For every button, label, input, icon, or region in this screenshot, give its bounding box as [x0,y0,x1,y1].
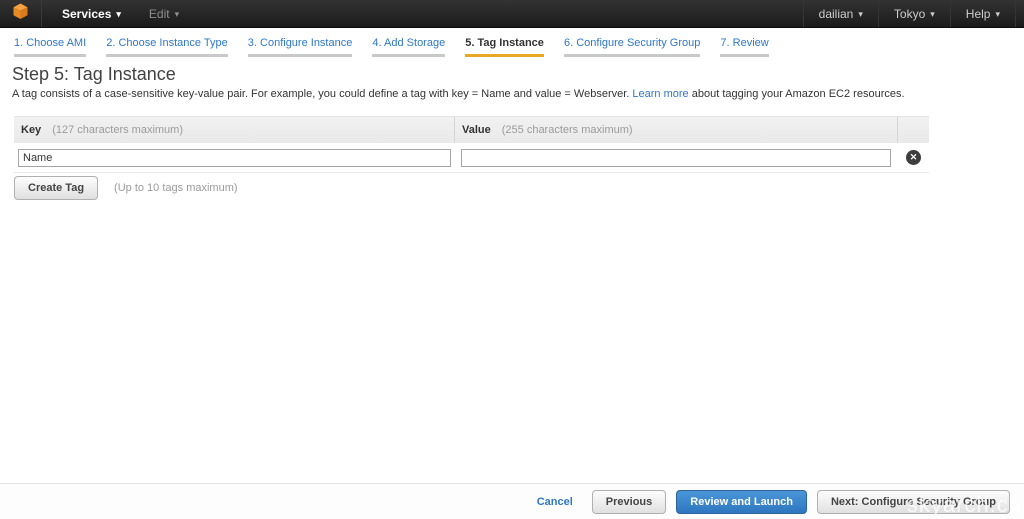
tab-tag-instance[interactable]: 5. Tag Instance [465,37,544,57]
tag-action-cell: ✕ [898,150,929,165]
value-header-label: Value [462,124,491,136]
key-header-hint: (127 characters maximum) [52,124,184,136]
aws-logo[interactable] [0,0,42,27]
aws-cube-icon [11,2,30,26]
page-description-text: A tag consists of a case-sensitive key-v… [12,88,630,100]
nav-user-menu[interactable]: dailian ▾ [802,0,878,27]
tag-table: Key (127 characters maximum) Value (255 … [14,116,929,173]
tag-table-header: Key (127 characters maximum) Value (255 … [14,116,929,143]
page-description-text-after: about tagging your Amazon EC2 resources. [691,88,905,100]
ec2-launch-wizard-page: { "nav": { "logo_icon": "aws-cube-icon",… [0,0,1024,519]
nav-edit-label: Edit [148,6,170,21]
tab-add-storage[interactable]: 4. Add Storage [372,37,446,57]
tag-key-cell [14,148,455,167]
chevron-down-icon: ▾ [116,9,121,19]
tag-value-cell [455,148,898,167]
previous-button[interactable]: Previous [591,489,667,514]
action-column-header [898,117,929,143]
nav-help-label: Help [965,6,991,21]
key-column-header: Key (127 characters maximum) [14,117,455,143]
learn-more-link[interactable]: Learn more [632,88,688,100]
top-nav-bar: Services ▾ Edit ▾ dailian ▾ Tokyo ▾ Help… [0,0,1024,28]
nav-edit-menu[interactable]: Edit ▾ [149,7,179,21]
page-description: A tag consists of a case-sensitive key-v… [12,88,905,100]
tag-value-input[interactable] [461,149,891,167]
footer-action-bar: Cancel Previous Review and Launch Next: … [0,483,1024,519]
nav-region-menu[interactable]: Tokyo ▾ [877,0,950,27]
value-column-header: Value (255 characters maximum) [455,117,898,143]
tab-configure-instance[interactable]: 3. Configure Instance [247,37,353,57]
review-and-launch-button[interactable]: Review and Launch [676,489,807,514]
tab-review[interactable]: 7. Review [720,37,769,57]
nav-services-label: Services [62,6,112,21]
key-header-label: Key [21,124,42,136]
nav-help-menu[interactable]: Help ▾ [949,0,1016,27]
value-header-hint: (255 characters maximum) [501,124,633,136]
tag-key-input[interactable] [18,149,451,167]
cancel-link[interactable]: Cancel [537,496,573,508]
chevron-down-icon: ▾ [930,9,935,19]
nav-region-label: Tokyo [893,6,926,21]
chevron-down-icon: ▾ [858,9,863,19]
create-tag-button[interactable]: Create Tag [14,176,99,200]
nav-services-menu[interactable]: Services ▾ [62,7,121,21]
delete-tag-icon[interactable]: ✕ [906,150,921,165]
create-tag-row: Create Tag (Up to 10 tags maximum) [14,176,238,200]
nav-user-label: dailian [818,6,854,21]
tab-choose-instance-type[interactable]: 2. Choose Instance Type [106,37,228,57]
tab-choose-ami[interactable]: 1. Choose AMI [14,37,87,57]
tags-limit-hint: (Up to 10 tags maximum) [114,182,238,194]
tag-row: ✕ [14,143,929,173]
chevron-down-icon: ▾ [995,9,1000,19]
page-title: Step 5: Tag Instance [12,64,176,84]
next-configure-security-group-button[interactable]: Next: Configure Security Group [816,489,1010,514]
chevron-down-icon: ▾ [174,9,180,19]
wizard-step-tabs: 1. Choose AMI 2. Choose Instance Type 3.… [14,37,786,57]
tab-configure-security-group[interactable]: 6. Configure Security Group [563,37,701,57]
